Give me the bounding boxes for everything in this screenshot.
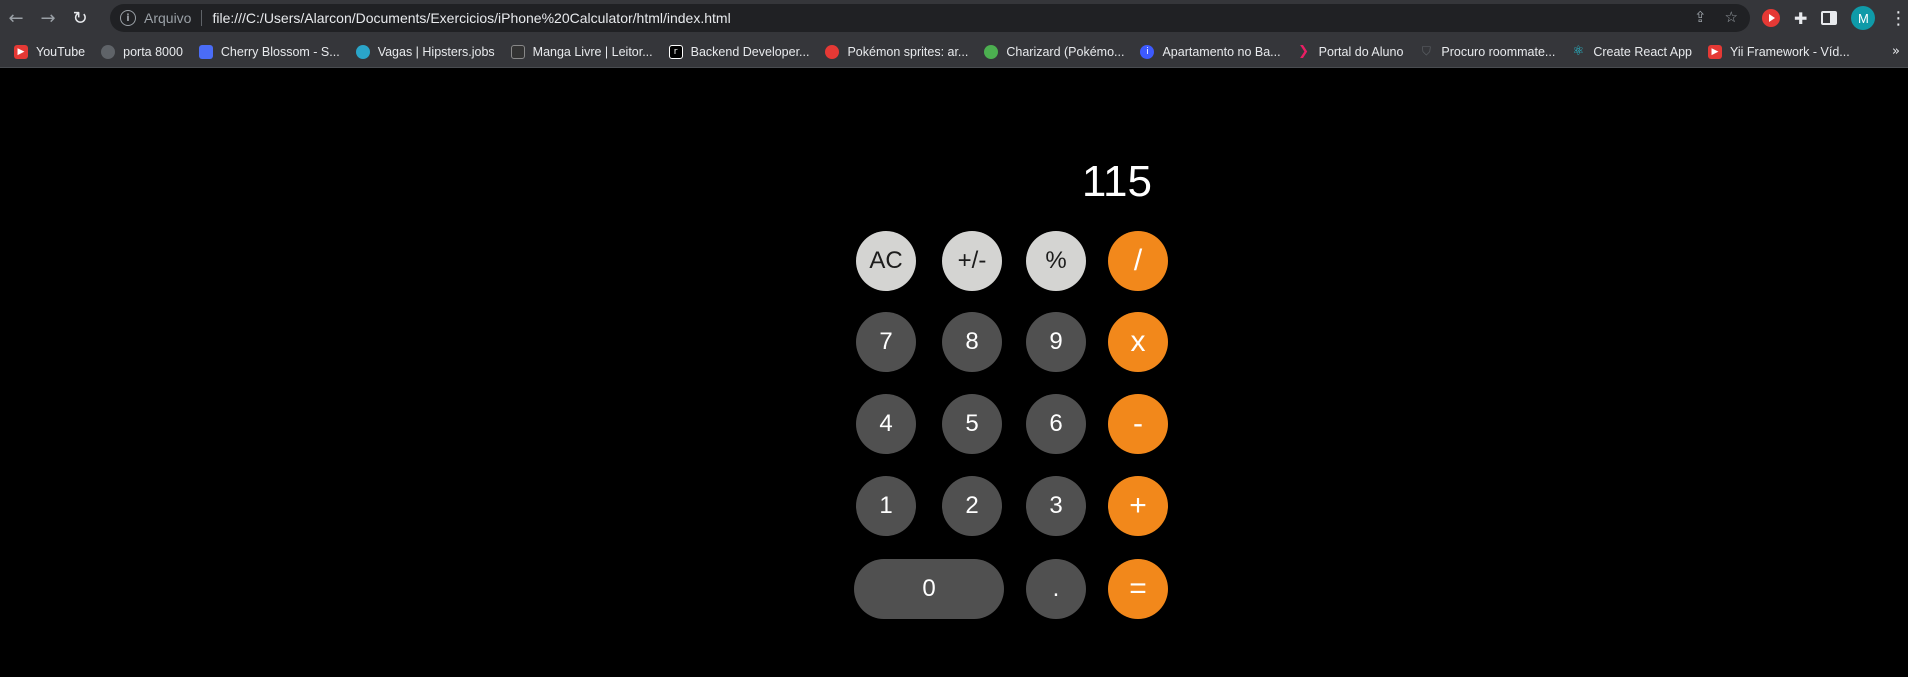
menu-kebab-icon[interactable]: ⋮ bbox=[1889, 8, 1907, 29]
origin-label: Arquivo bbox=[144, 10, 192, 26]
bookmark-portal-do-aluno[interactable]: ❯ Portal do Aluno bbox=[1297, 44, 1404, 59]
hipsters-icon bbox=[355, 44, 370, 59]
bookmark-charizard[interactable]: Charizard (Pokémo... bbox=[984, 44, 1125, 59]
profile-avatar[interactable]: M bbox=[1851, 6, 1876, 30]
key-sign[interactable]: +/- bbox=[942, 231, 1002, 291]
shield-icon: ⛉ bbox=[1421, 44, 1431, 58]
forward-arrow-icon[interactable]: → bbox=[32, 0, 64, 36]
bookmark-star-icon[interactable]: ☆ bbox=[1725, 8, 1738, 26]
youtube-icon: ▶ bbox=[1708, 44, 1723, 59]
bookmark-label: Backend Developer... bbox=[690, 44, 810, 59]
info-icon: i bbox=[1140, 44, 1155, 59]
manga-icon bbox=[510, 44, 525, 59]
key-divide[interactable]: / bbox=[1108, 231, 1168, 291]
key-4[interactable]: 4 bbox=[856, 394, 916, 454]
calculator-display: 115 bbox=[1081, 157, 1152, 206]
roadmap-icon: r bbox=[668, 44, 683, 59]
bookmark-label: YouTube bbox=[36, 44, 86, 59]
key-decimal[interactable]: . bbox=[1026, 559, 1086, 619]
bookmark-label: porta 8000 bbox=[123, 44, 183, 59]
bookmarks-overflow-icon[interactable]: » bbox=[1892, 44, 1900, 59]
back-arrow-icon[interactable]: ← bbox=[0, 0, 32, 36]
bookmarks-bar: ▶ YouTube porta 8000 Cherry Blossom - S..… bbox=[0, 36, 1908, 68]
bookmark-hipsters-jobs[interactable]: Vagas | Hipsters.jobs bbox=[355, 44, 495, 59]
key-7[interactable]: 7 bbox=[856, 312, 916, 372]
share-icon[interactable]: ⇪ bbox=[1694, 8, 1707, 26]
url-text[interactable]: file:///C:/Users/Alarcon/Documents/Exerc… bbox=[212, 10, 730, 26]
browser-toolbar: ← → ↻ i Arquivo file:///C:/Users/Alarcon… bbox=[0, 0, 1908, 36]
bookmark-backend-developer[interactable]: r Backend Developer... bbox=[668, 44, 810, 59]
key-minus[interactable]: - bbox=[1108, 394, 1168, 454]
key-percent[interactable]: % bbox=[1026, 231, 1086, 291]
bookmark-procuro-roommate[interactable]: ⛉ Procuro roommate... bbox=[1419, 44, 1556, 59]
side-panel-icon[interactable] bbox=[1821, 11, 1838, 25]
key-equals[interactable]: = bbox=[1108, 559, 1168, 619]
bookmark-create-react-app[interactable]: ⚛ Create React App bbox=[1571, 44, 1693, 59]
bookmark-label: Vagas | Hipsters.jobs bbox=[377, 44, 495, 59]
key-ac[interactable]: AC bbox=[856, 231, 916, 291]
key-1[interactable]: 1 bbox=[856, 476, 916, 536]
youtube-extension-icon[interactable] bbox=[1762, 9, 1780, 27]
calculator-page: 115 AC +/- % / 7 8 9 x 4 5 6 - 1 2 3 + 0… bbox=[0, 69, 1908, 677]
site-info-icon[interactable]: i bbox=[120, 10, 136, 26]
globe-icon bbox=[101, 44, 116, 59]
key-5[interactable]: 5 bbox=[942, 394, 1002, 454]
portal-icon: ❯ bbox=[1298, 44, 1310, 59]
bulbapedia-icon bbox=[984, 44, 999, 59]
bookmark-label: Yii Framework - Víd... bbox=[1730, 44, 1850, 59]
bookmark-apartamento[interactable]: i Apartamento no Ba... bbox=[1140, 44, 1281, 59]
bookmark-label: Cherry Blossom - S... bbox=[220, 44, 340, 59]
bookmark-porta-8000[interactable]: porta 8000 bbox=[101, 44, 183, 59]
key-8[interactable]: 8 bbox=[942, 312, 1002, 372]
key-3[interactable]: 3 bbox=[1026, 476, 1086, 536]
key-6[interactable]: 6 bbox=[1026, 394, 1086, 454]
bookmark-label: Portal do Aluno bbox=[1318, 44, 1404, 59]
divider bbox=[201, 10, 203, 26]
bookmark-label: Charizard (Pokémo... bbox=[1006, 44, 1125, 59]
bookmark-label: Pokémon sprites: ar... bbox=[847, 44, 969, 59]
bookmark-manga-livre[interactable]: Manga Livre | Leitor... bbox=[510, 44, 653, 59]
pokeball-icon bbox=[825, 44, 840, 59]
extensions-puzzle-icon[interactable]: ✚ bbox=[1794, 9, 1807, 28]
bookmark-label: Manga Livre | Leitor... bbox=[532, 44, 653, 59]
youtube-icon: ▶ bbox=[14, 44, 28, 59]
key-multiply[interactable]: x bbox=[1108, 312, 1168, 372]
react-icon: ⚛ bbox=[1572, 44, 1585, 59]
address-bar[interactable]: i Arquivo file:///C:/Users/Alarcon/Docum… bbox=[110, 4, 1750, 32]
bookmark-yii-framework[interactable]: ▶ Yii Framework - Víd... bbox=[1708, 44, 1850, 59]
bookmark-cherry-blossom[interactable]: Cherry Blossom - S... bbox=[198, 44, 340, 59]
bookmark-label: Procuro roommate... bbox=[1441, 44, 1556, 59]
bookmark-label: Apartamento no Ba... bbox=[1162, 44, 1281, 59]
key-9[interactable]: 9 bbox=[1026, 312, 1086, 372]
key-2[interactable]: 2 bbox=[942, 476, 1002, 536]
bookmark-youtube[interactable]: ▶ YouTube bbox=[14, 44, 86, 59]
reload-icon[interactable]: ↻ bbox=[64, 0, 96, 36]
bookmark-label: Create React App bbox=[1593, 44, 1693, 59]
key-plus[interactable]: + bbox=[1108, 476, 1168, 536]
bookmark-pokemon-sprites[interactable]: Pokémon sprites: ar... bbox=[825, 44, 969, 59]
key-0[interactable]: 0 bbox=[854, 559, 1004, 619]
cherry-icon bbox=[198, 44, 213, 59]
